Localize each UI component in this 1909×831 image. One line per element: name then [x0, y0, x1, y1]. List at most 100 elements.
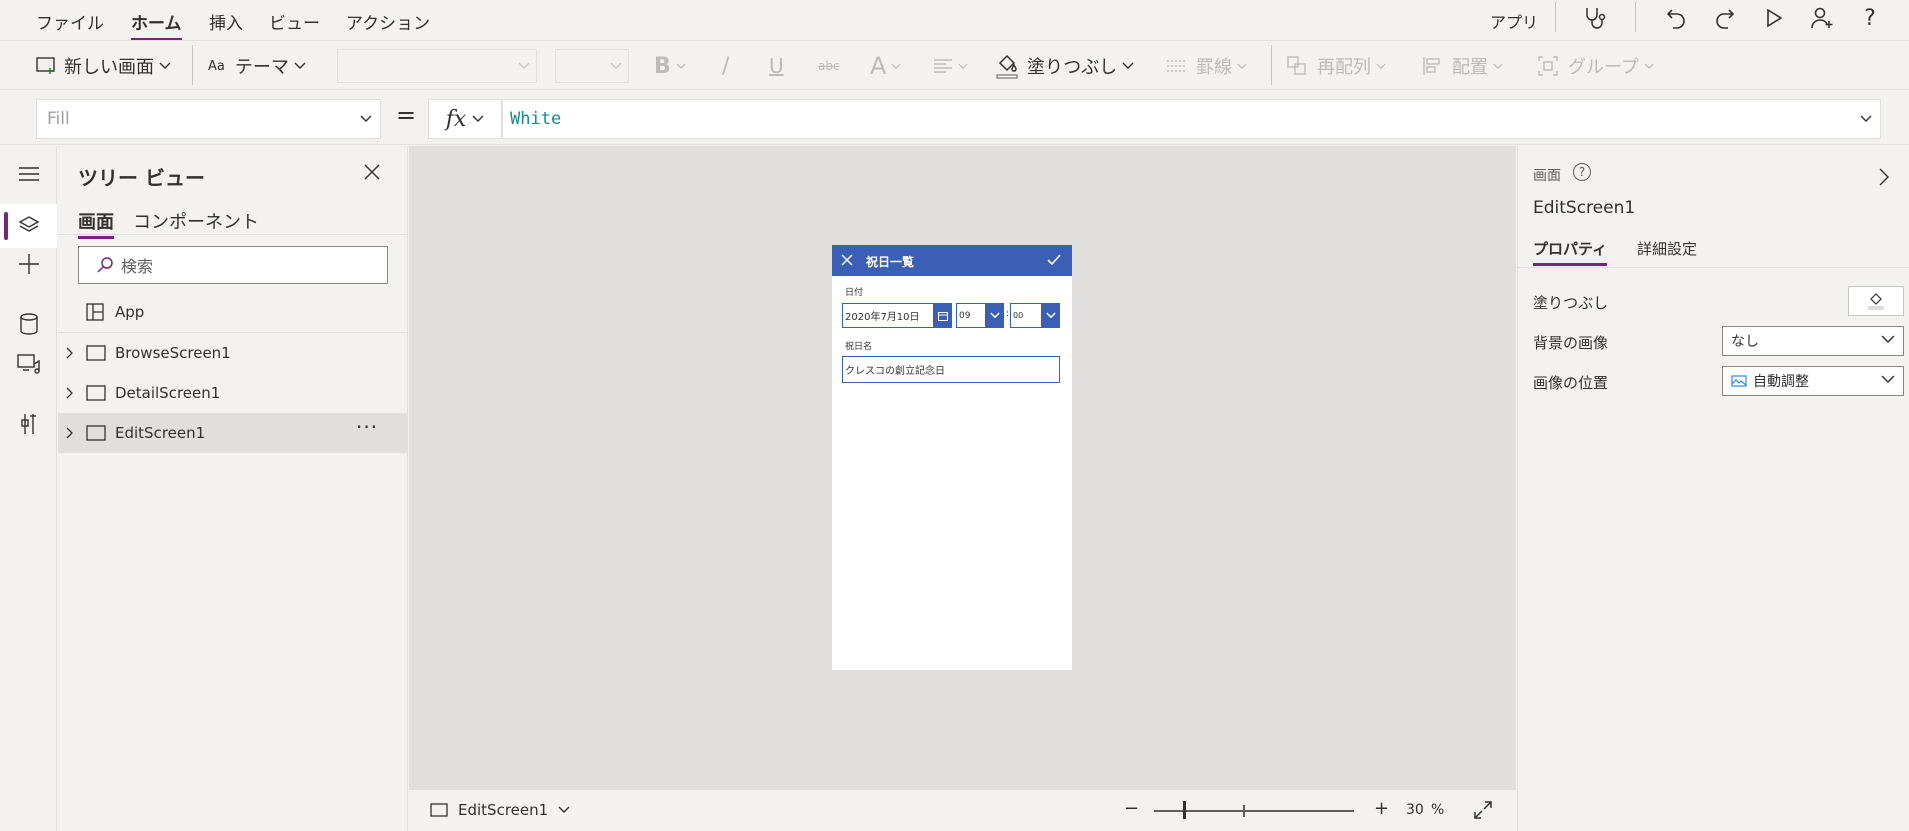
minute-chevron-down-icon[interactable] [1042, 303, 1060, 328]
screen-icon [430, 803, 448, 817]
menu-tab-action[interactable]: アクション [346, 9, 430, 34]
underline-button[interactable]: U [769, 51, 784, 81]
border-button[interactable]: 罫線 [1166, 51, 1247, 81]
data-database-icon[interactable] [0, 302, 57, 346]
calendar-icon[interactable] [934, 303, 952, 328]
screen-header-bar[interactable]: 祝日一覧 [832, 245, 1072, 276]
tree-item-app[interactable]: App [58, 292, 408, 332]
bg-image-value: なし [1731, 334, 1759, 350]
theme-button[interactable]: Aa テーマ [208, 51, 306, 81]
minute-dropdown[interactable]: 00 [1010, 303, 1042, 328]
property-select[interactable]: Fill [36, 99, 381, 139]
hour-value: 09 [959, 310, 971, 321]
chevron-right-icon[interactable] [66, 427, 74, 439]
group-button[interactable]: グループ [1538, 51, 1654, 81]
fill-property-label: 塗りつぶし [1533, 294, 1609, 312]
font-color-button[interactable]: A [870, 51, 902, 81]
fill-color-picker[interactable] [1848, 286, 1904, 316]
search-icon [97, 257, 113, 273]
submit-check-icon[interactable] [1047, 254, 1061, 266]
font-color-icon: A [870, 52, 887, 80]
zoom-unit: % [1431, 802, 1445, 818]
help-icon[interactable]: ? [1573, 163, 1591, 181]
holiday-name-label: 祝日名 [845, 342, 873, 352]
holiday-name-input[interactable]: クレスコの創立記念日 [842, 356, 1060, 383]
ribbon-toolbar: 新しい画面 Aa テーマ B / U abc A 塗りつぶし 罫線 再配列 配置… [0, 40, 1909, 90]
formula-value: White [510, 109, 562, 129]
group-icon [1538, 56, 1558, 76]
strikethrough-button[interactable]: abc [818, 51, 840, 81]
tree-search-input[interactable]: 検索 [78, 246, 388, 284]
advanced-tools-icon[interactable] [0, 402, 57, 446]
control-name[interactable]: EditScreen1 [1533, 198, 1635, 218]
bg-image-select[interactable]: なし [1722, 326, 1904, 356]
border-label: 罫線 [1196, 57, 1232, 78]
tree-item-editscreen1[interactable]: EditScreen1 ··· [58, 413, 408, 453]
tab-components[interactable]: コンポーネント [133, 208, 259, 234]
menu-tab-home[interactable]: ホーム [131, 9, 182, 41]
more-options-icon[interactable]: ··· [356, 415, 378, 439]
help-question-icon[interactable]: ? [1856, 4, 1884, 32]
menu-tab-insert[interactable]: 挿入 [209, 9, 243, 34]
screen-preview[interactable]: 祝日一覧 日付 2020年7月10日 09 : 00 祝日名 クレスコの創立記念… [832, 245, 1072, 670]
text-align-button[interactable] [933, 51, 968, 81]
date-picker[interactable]: 2020年7月10日 [842, 303, 934, 328]
close-icon[interactable] [364, 164, 380, 180]
menu-tab-view[interactable]: ビュー [269, 9, 320, 34]
chevron-right-icon[interactable] [66, 387, 74, 399]
hamburger-menu-icon[interactable] [0, 152, 57, 196]
tab-screens[interactable]: 画面 [78, 208, 114, 239]
chevron-down-icon [1881, 375, 1895, 384]
bold-button[interactable]: B [654, 51, 686, 81]
image-position-select[interactable]: 自動調整 [1722, 366, 1904, 396]
tab-properties[interactable]: プロパティ [1533, 238, 1608, 266]
insert-plus-icon[interactable] [0, 242, 57, 286]
fit-to-window-expand-icon[interactable] [1473, 800, 1493, 820]
share-user-icon[interactable] [1808, 4, 1836, 32]
zoom-out-button[interactable]: − [1124, 798, 1139, 819]
zoom-value: 30 [1406, 802, 1424, 818]
search-placeholder: 検索 [121, 257, 154, 276]
reorder-button[interactable]: 再配列 [1287, 51, 1386, 81]
control-type-label: 画面 [1533, 168, 1561, 184]
divider [192, 45, 193, 85]
tree-item-label: EditScreen1 [115, 424, 206, 442]
fill-button[interactable]: 塗りつぶし [995, 51, 1134, 81]
underline-icon: U [769, 54, 784, 78]
collapse-panel-chevron-right-icon[interactable] [1879, 168, 1889, 186]
hour-dropdown[interactable]: 09 [956, 303, 986, 328]
font-size-select[interactable] [555, 49, 629, 83]
app-settings-link[interactable]: アプリ [1490, 9, 1538, 33]
strikethrough-icon: abc [818, 59, 840, 73]
italic-button[interactable]: / [722, 51, 729, 81]
menu-tab-file[interactable]: ファイル [36, 9, 104, 34]
redo-icon[interactable] [1711, 4, 1739, 32]
cancel-close-icon[interactable] [841, 254, 853, 266]
tree-item-detailscreen1[interactable]: DetailScreen1 [58, 373, 408, 413]
current-screen-selector[interactable]: EditScreen1 [430, 801, 570, 819]
hour-chevron-down-icon[interactable] [986, 303, 1004, 328]
tab-advanced[interactable]: 詳細設定 [1637, 238, 1697, 259]
font-family-select[interactable] [337, 49, 537, 83]
fill-label: 塗りつぶし [1027, 57, 1118, 78]
expand-formula-chevron-icon[interactable] [1860, 115, 1872, 123]
media-icon[interactable] [0, 342, 57, 386]
chevron-right-icon[interactable] [66, 347, 74, 359]
zoom-slider-thumb[interactable] [1183, 801, 1186, 819]
app-checker-stethoscope-icon[interactable] [1580, 4, 1608, 32]
tree-item-browsescreen1[interactable]: BrowseScreen1 [58, 333, 408, 373]
preview-play-icon[interactable] [1760, 4, 1788, 32]
align-button[interactable]: 配置 [1422, 51, 1503, 81]
paint-bucket-icon [1868, 292, 1884, 310]
screen-icon [86, 345, 106, 361]
function-button[interactable]: fx [428, 99, 502, 139]
menu-bar: ファイル ホーム 挿入 ビュー アクション アプリ ? [0, 0, 1909, 41]
zoom-in-button[interactable]: + [1374, 798, 1389, 819]
chevron-down-icon [676, 63, 686, 70]
undo-icon[interactable] [1662, 4, 1690, 32]
new-screen-button[interactable]: 新しい画面 [36, 51, 171, 81]
design-canvas[interactable]: 祝日一覧 日付 2020年7月10日 09 : 00 祝日名 クレスコの創立記念… [409, 146, 1516, 789]
theme-label: テーマ [234, 57, 289, 78]
divider [1271, 45, 1272, 85]
formula-input[interactable]: White [502, 99, 1881, 139]
